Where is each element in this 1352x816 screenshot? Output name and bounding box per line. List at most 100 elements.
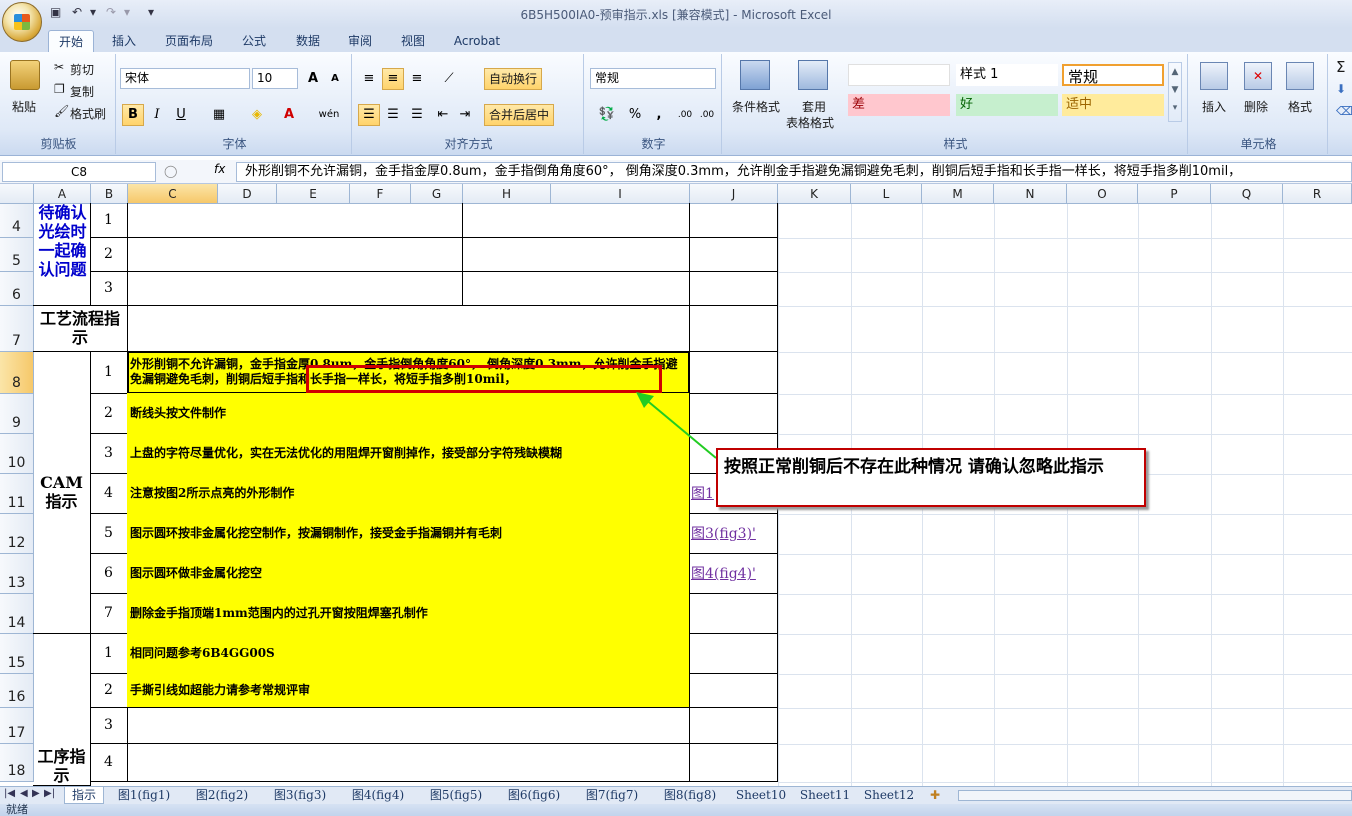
column-header-m[interactable]: M xyxy=(922,184,994,204)
tab-insert[interactable]: 插入 xyxy=(104,30,144,52)
tab-page-layout[interactable]: 页面布局 xyxy=(158,30,220,52)
font-name-select[interactable]: 宋体 xyxy=(120,68,250,89)
paste-button[interactable]: 粘贴 xyxy=(12,98,36,115)
column-header-i[interactable]: I xyxy=(551,184,690,204)
format-as-table-icon[interactable] xyxy=(798,60,828,90)
redo-icon[interactable]: ↷ xyxy=(106,5,116,19)
sheet-tab[interactable]: 图4(fig4) xyxy=(340,787,416,804)
office-button[interactable] xyxy=(2,2,42,42)
row-header-10[interactable]: 10 xyxy=(0,434,34,474)
insert-sheet-icon[interactable]: ✚ xyxy=(930,788,940,802)
number-format-select[interactable]: 常规 xyxy=(590,68,716,89)
increase-decimal-button[interactable]: .00 xyxy=(674,104,696,126)
format-as-table-label2[interactable]: 表格格式 xyxy=(786,114,834,131)
cam-item-text[interactable]: 删除金手指顶端1mm范围内的过孔开窗按阻焊塞孔制作 xyxy=(127,593,690,634)
conditional-format-icon[interactable] xyxy=(740,60,770,90)
cam-item-num[interactable]: 5 xyxy=(90,513,128,554)
confirm-num[interactable]: 3 xyxy=(90,271,128,306)
column-header-g[interactable]: G xyxy=(411,184,463,204)
confirm-note-cell[interactable] xyxy=(689,203,778,238)
column-header-f[interactable]: F xyxy=(350,184,411,204)
sheet-tab[interactable]: 图5(fig5) xyxy=(418,787,494,804)
paste-icon[interactable] xyxy=(10,60,40,90)
style-blank[interactable] xyxy=(848,64,950,86)
currency-icon[interactable]: 💱 xyxy=(592,104,622,126)
cam-item-link[interactable] xyxy=(689,593,778,634)
font-color-icon[interactable]: A xyxy=(278,104,300,126)
ops-item-num[interactable]: 3 xyxy=(90,707,128,744)
row-header-15[interactable]: 15 xyxy=(0,634,34,674)
format-painter-icon[interactable]: 🖌 xyxy=(54,104,69,118)
style-bad[interactable]: 差 xyxy=(848,94,950,116)
orientation-icon[interactable]: ⟋ xyxy=(434,68,464,90)
cam-item-num[interactable]: 7 xyxy=(90,593,128,634)
sheet-tab[interactable]: 图6(fig6) xyxy=(496,787,572,804)
tab-home[interactable]: 开始 xyxy=(48,30,94,52)
cam-item-link[interactable]: 图4(fig4)' xyxy=(689,553,778,594)
borders-icon[interactable]: ▦ xyxy=(208,104,230,126)
tab-acrobat[interactable]: Acrobat xyxy=(446,30,508,52)
section-cam-label[interactable]: CAM指示 xyxy=(33,351,91,634)
grow-font-button[interactable]: A xyxy=(302,68,324,90)
italic-button[interactable]: I xyxy=(146,104,168,126)
confirm-num[interactable]: 1 xyxy=(90,203,128,238)
sheet-tab[interactable]: 指示 xyxy=(64,787,104,804)
insert-cells-button[interactable]: 插入 xyxy=(1202,98,1226,115)
tab-nav-last-icon[interactable]: ▶| xyxy=(44,788,55,799)
row-header-17[interactable]: 17 xyxy=(0,708,34,744)
percent-button[interactable]: % xyxy=(624,104,646,126)
ops-item-num[interactable]: 1 xyxy=(90,633,128,674)
column-header-o[interactable]: O xyxy=(1067,184,1138,204)
style-normal[interactable]: 常规 xyxy=(1062,64,1164,86)
row-header-18[interactable]: 18 xyxy=(0,744,34,782)
format-as-table-label1[interactable]: 套用 xyxy=(802,98,826,115)
sheet-tab[interactable]: 图3(fig3) xyxy=(262,787,338,804)
row-header-5[interactable]: 5 xyxy=(0,238,34,272)
wrap-text-button[interactable]: 自动换行 xyxy=(484,68,543,90)
ops-note-cell[interactable] xyxy=(689,673,778,708)
row-header-16[interactable]: 16 xyxy=(0,674,34,708)
cam-item-text[interactable]: 断线头按文件制作 xyxy=(127,393,690,434)
font-size-select[interactable]: 10 xyxy=(252,68,298,89)
row-header-4[interactable]: 4 xyxy=(0,204,34,238)
copy-button[interactable]: 复制 xyxy=(70,83,94,100)
autosum-button[interactable]: Σ xyxy=(1336,58,1345,76)
column-header-r[interactable]: R xyxy=(1283,184,1352,204)
cam-item-num[interactable]: 4 xyxy=(90,473,128,514)
column-header-c[interactable]: C xyxy=(128,184,218,204)
confirm-cell[interactable] xyxy=(127,203,463,238)
row-header-14[interactable]: 14 xyxy=(0,594,34,634)
column-header-l[interactable]: L xyxy=(851,184,922,204)
ops-item-num[interactable]: 4 xyxy=(90,743,128,782)
sheet-tab[interactable]: 图2(fig2) xyxy=(184,787,260,804)
process-note-cell[interactable] xyxy=(689,305,778,352)
undo-icon[interactable]: ↶ xyxy=(72,5,82,19)
confirm-num[interactable]: 2 xyxy=(90,237,128,272)
row-header-9[interactable]: 9 xyxy=(0,394,34,434)
cam-item-text[interactable]: 图示圆环做非金属化挖空 xyxy=(127,553,690,594)
fill-color-icon[interactable]: ◈ xyxy=(246,104,268,126)
delete-cells-icon[interactable]: ✕ xyxy=(1244,62,1272,90)
sheet-tab[interactable]: 图1(fig1) xyxy=(106,787,182,804)
sheet-tab[interactable]: Sheet12 xyxy=(858,787,920,804)
tab-review[interactable]: 审阅 xyxy=(340,30,380,52)
cam-item-num[interactable]: 2 xyxy=(90,393,128,434)
tab-nav-prev-icon[interactable]: ◀ xyxy=(20,788,28,799)
column-header-d[interactable]: D xyxy=(218,184,277,204)
format-painter-button[interactable]: 格式刷 xyxy=(70,105,106,122)
worksheet-grid[interactable]: ABCDEFGHIJKLMNOPQR 4 5 6 7 8 9 10 11 12 13 14 15 16 1… xyxy=(0,184,1352,786)
section-ops-label[interactable]: 工序指示 xyxy=(33,633,91,786)
merge-center-button[interactable]: 合并后居中 xyxy=(484,104,555,126)
customize-qat-button[interactable]: ▾ xyxy=(148,5,154,19)
style-1[interactable]: 样式 1 xyxy=(956,64,1058,86)
format-cells-button[interactable]: 格式 xyxy=(1288,98,1312,115)
cut-icon[interactable]: ✂ xyxy=(54,60,64,74)
save-icon[interactable]: ▣ xyxy=(50,5,61,19)
column-header-q[interactable]: Q xyxy=(1211,184,1283,204)
sheet-tab[interactable]: 图8(fig8) xyxy=(652,787,728,804)
row-header-13[interactable]: 13 xyxy=(0,554,34,594)
decrease-indent-icon[interactable]: ⇤ xyxy=(432,104,454,126)
section-process-label[interactable]: 工艺流程指示 xyxy=(33,305,128,352)
row-header-11[interactable]: 11 xyxy=(0,474,34,514)
confirm-cell[interactable] xyxy=(127,237,463,272)
